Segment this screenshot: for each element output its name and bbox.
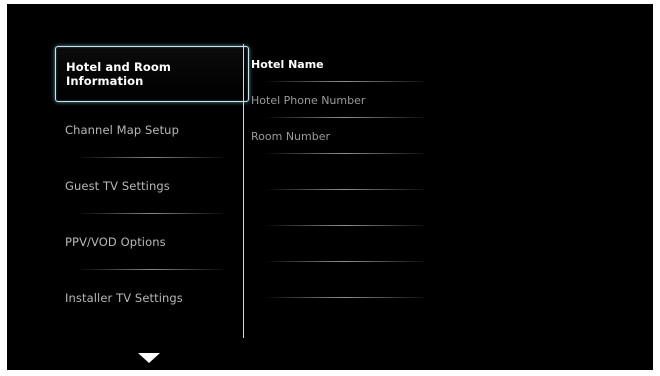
menu-item-hotel-and-room-information[interactable]: Hotel and Room Information: [55, 46, 249, 102]
menu-item-guest-tv-settings[interactable]: Guest TV Settings: [55, 158, 249, 214]
submenu-item-hotel-name[interactable]: Hotel Name: [244, 46, 424, 82]
submenu-item-empty: [244, 226, 424, 262]
submenu-item-label: Hotel Phone Number: [251, 93, 366, 107]
submenu-item-hotel-phone-number[interactable]: Hotel Phone Number: [244, 82, 424, 118]
submenu-item-room-number[interactable]: Room Number: [244, 118, 424, 154]
menu-item-label: PPV/VOD Options: [65, 235, 166, 249]
menu-item-channel-map-setup[interactable]: Channel Map Setup: [55, 102, 249, 158]
menu-item-label: Hotel and Room Information: [66, 60, 171, 88]
menu-item-label: Installer TV Settings: [65, 291, 183, 305]
down-arrow-icon[interactable]: [138, 353, 160, 363]
menu-item-installer-tv-settings[interactable]: Installer TV Settings: [55, 270, 249, 326]
submenu-divider: [264, 297, 424, 298]
menu-item-label: Guest TV Settings: [65, 179, 170, 193]
submenu-item-label: Room Number: [251, 129, 331, 143]
menu-item-label: Channel Map Setup: [65, 123, 179, 137]
main-menu: Hotel and Room Information Channel Map S…: [55, 46, 249, 326]
submenu-item-label: Hotel Name: [251, 57, 324, 71]
submenu: Hotel Name Hotel Phone Number Room Numbe…: [244, 46, 424, 298]
submenu-item-empty: [244, 262, 424, 298]
tv-settings-screen: Hotel and Room Information Channel Map S…: [7, 4, 653, 370]
menu-item-ppv-vod-options[interactable]: PPV/VOD Options: [55, 214, 249, 270]
submenu-item-empty: [244, 154, 424, 190]
submenu-item-empty: [244, 190, 424, 226]
